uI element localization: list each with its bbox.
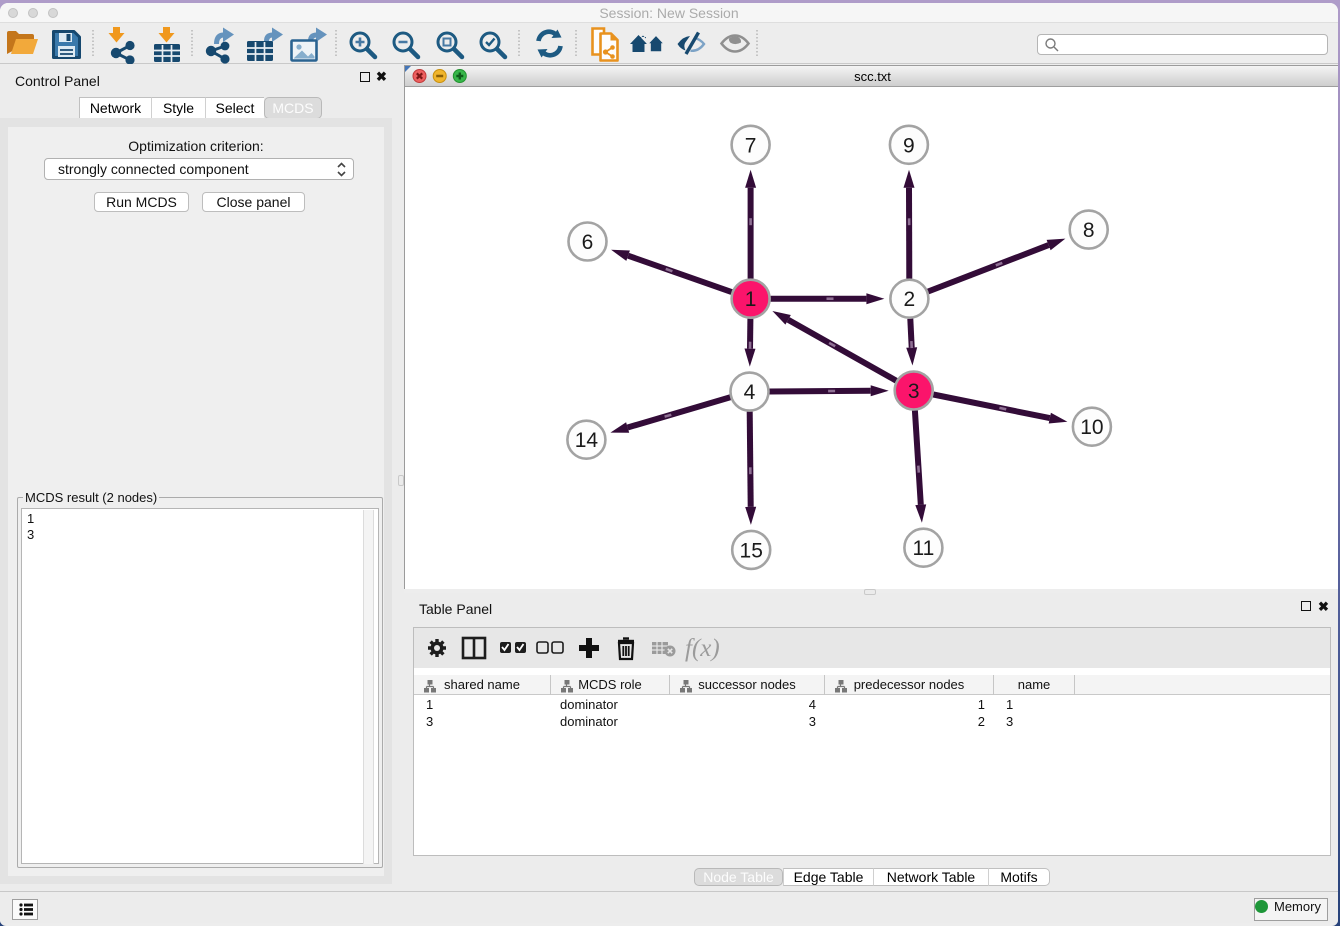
svg-text:1: 1 [745,288,757,311]
svg-text:15: 15 [740,539,763,562]
svg-text:3: 3 [908,380,920,403]
svg-text:4: 4 [744,381,756,404]
svg-text:14: 14 [575,429,599,452]
svg-text:7: 7 [745,134,757,157]
svg-text:8: 8 [1083,219,1095,242]
svg-text:9: 9 [903,134,915,157]
svg-text:2: 2 [904,288,916,311]
svg-text:10: 10 [1080,416,1103,439]
svg-text:11: 11 [912,537,934,560]
svg-text:6: 6 [582,231,594,254]
svg-text:f(x): f(x) [685,635,720,662]
